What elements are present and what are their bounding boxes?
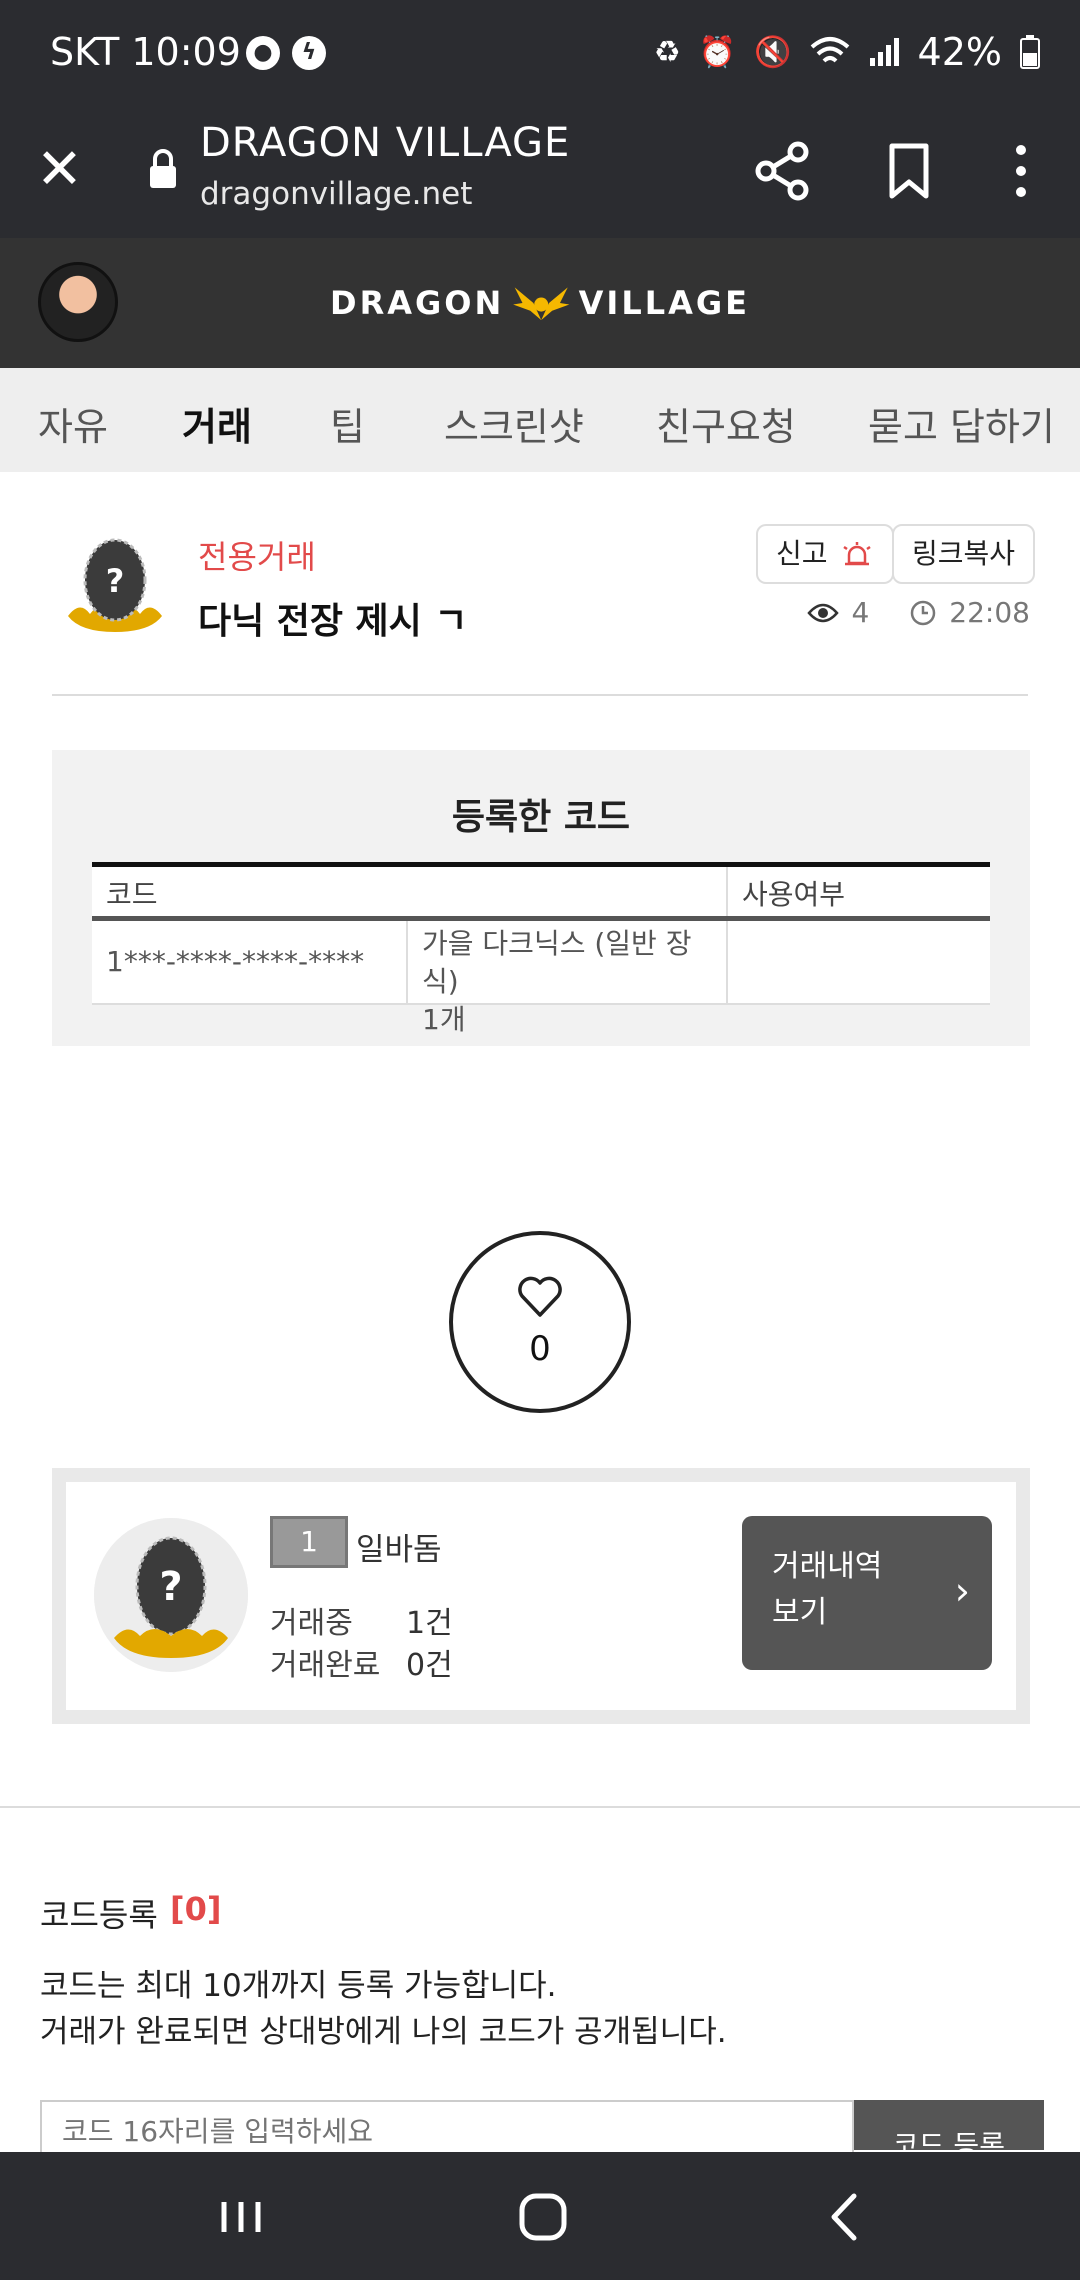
page-title: DRAGON VILLAGE	[200, 120, 571, 166]
recent-apps-icon[interactable]	[206, 2182, 276, 2252]
copy-link-button[interactable]: 링크복사	[892, 524, 1036, 584]
share-icon[interactable]	[748, 136, 818, 206]
wifi-icon	[810, 37, 849, 63]
code-register-count: [0]	[170, 1890, 222, 1928]
svg-text:?: ?	[159, 1564, 182, 1610]
close-icon[interactable]: ✕	[36, 138, 83, 202]
browser-toolbar: ✕ DRAGON VILLAGE dragonvillage.net	[0, 108, 1080, 238]
eye-icon	[807, 603, 840, 622]
code-register-title: 코드등록	[40, 1896, 158, 1934]
category-tabs: 자유 거래 팁 스크린샷 친구요청 묻고 답하기	[0, 368, 1080, 472]
seller-card: ? 1 일바돔 거래중 1건 거래완료 0건 거래내역 보기 ›	[52, 1468, 1030, 1724]
status-bar: SKT 10:09 ● ϟ ♻ ⏰ 🔇 42%	[0, 0, 1080, 108]
trading-value: 1건	[406, 1606, 453, 1641]
code-value: 1***-****-****-****	[106, 945, 365, 978]
table-row: 1***-****-****-**** 가을 다크닉스 (일반 장식) 1개	[92, 921, 990, 1036]
like-button[interactable]: 0	[449, 1231, 631, 1413]
siren-icon	[843, 542, 872, 566]
post-title: 다닉 전장 제시 ㄱ	[198, 601, 468, 642]
battery-saver-icon: ♻	[653, 34, 681, 70]
power-icon: ϟ	[292, 36, 326, 70]
alarm-icon: ⏰	[698, 34, 737, 70]
post-time: 22:08	[949, 596, 1030, 629]
like-count: 0	[529, 1329, 551, 1369]
table-header: 코드 사용여부	[92, 867, 990, 921]
battery-icon	[1020, 35, 1040, 69]
level-badge: 1	[270, 1516, 348, 1568]
trade-done-label: 거래완료	[270, 1648, 381, 1683]
divider	[0, 1806, 1080, 1808]
report-button[interactable]: 신고	[756, 524, 895, 584]
trade-done-value: 0건	[406, 1648, 453, 1683]
account-icon: ●	[246, 36, 280, 70]
site-header: DRAGON VILLAGE	[0, 238, 1080, 368]
dragon-wings-icon	[513, 287, 570, 321]
registered-codes-title: 등록한 코드	[451, 797, 631, 838]
signal-icon	[869, 38, 899, 66]
back-icon[interactable]	[810, 2182, 880, 2252]
home-icon[interactable]	[508, 2182, 578, 2252]
lock-icon	[150, 149, 176, 188]
heart-icon	[518, 1276, 562, 1317]
bookmark-icon[interactable]	[874, 136, 944, 206]
seller-name: 일바돔	[356, 1532, 442, 1568]
tab-free[interactable]: 자유	[38, 396, 108, 451]
svg-text:?: ?	[106, 562, 125, 600]
dragon-village-logo[interactable]: DRAGON VILLAGE	[330, 273, 750, 333]
mute-icon: 🔇	[754, 34, 792, 70]
egg-avatar-icon: ?	[68, 538, 162, 632]
code-register-desc: 코드는 최대 10개까지 등록 가능합니다.	[40, 1968, 557, 2004]
status-time: SKT 10:09	[50, 30, 241, 74]
seller-avatar: ?	[94, 1518, 248, 1672]
view-count: 4	[851, 596, 870, 629]
code-item: 가을 다크닉스 (일반 장식) 1개	[422, 927, 692, 1036]
clock-icon	[911, 600, 936, 625]
battery-level: 42%	[917, 30, 1002, 74]
code-register-button[interactable]: 코드 등록	[854, 2100, 1044, 2150]
code-input[interactable]	[40, 2100, 854, 2160]
registered-codes-box: 등록한 코드 코드 사용여부 1***-****-****-**** 가을 다크…	[52, 750, 1030, 1046]
tab-tip[interactable]: 팁	[330, 396, 365, 451]
code-used	[728, 921, 990, 1003]
tab-trade[interactable]: 거래	[180, 396, 254, 455]
trade-history-button[interactable]: 거래내역 보기 ›	[742, 1516, 992, 1670]
page-url: dragonvillage.net	[200, 176, 473, 212]
tab-qna[interactable]: 묻고 답하기	[868, 396, 1055, 451]
tab-screenshot[interactable]: 스크린샷	[444, 396, 584, 451]
logo-text-right: VILLAGE	[578, 284, 750, 322]
post-category: 전용거래	[198, 538, 316, 576]
system-nav-bar	[0, 2152, 1080, 2280]
chevron-right-icon: ›	[954, 1569, 970, 1613]
post-meta: 4 22:08	[807, 596, 1030, 629]
codes-table: 코드 사용여부 1***-****-****-**** 가을 다크닉스 (일반 …	[92, 862, 990, 1036]
col-used: 사용여부	[742, 878, 846, 911]
col-code: 코드	[106, 878, 158, 911]
trading-label: 거래중	[270, 1606, 353, 1641]
more-options-icon[interactable]	[986, 136, 1056, 206]
my-avatar[interactable]	[38, 262, 118, 342]
divider	[52, 694, 1028, 696]
logo-text-left: DRAGON	[330, 284, 505, 322]
code-register-desc: 거래가 완료되면 상대방에게 나의 코드가 공개됩니다.	[40, 2014, 727, 2050]
tab-friend-request[interactable]: 친구요청	[656, 396, 796, 451]
